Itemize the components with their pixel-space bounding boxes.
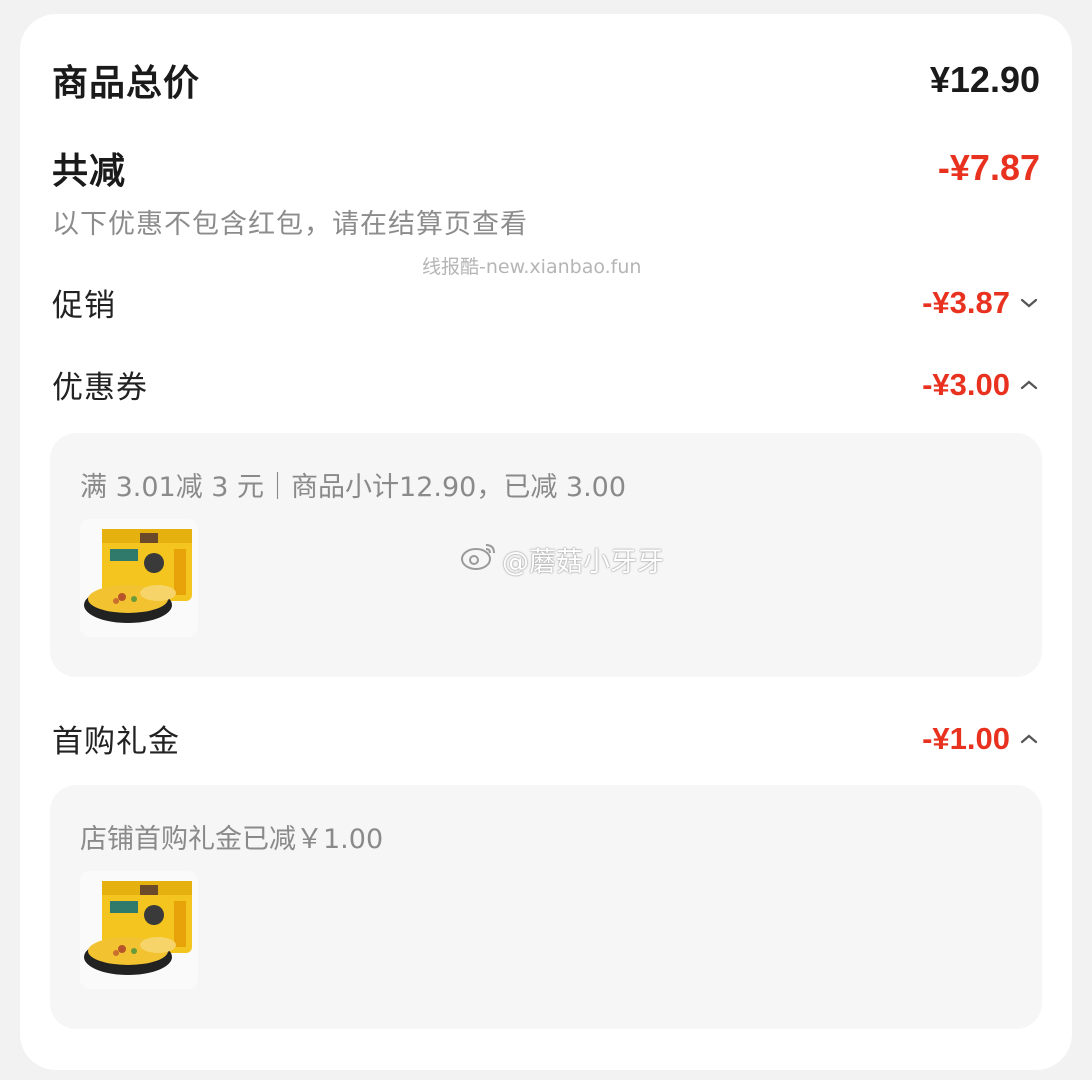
coupon-label: 优惠券 bbox=[52, 370, 148, 406]
weibo-handle: @蘑菇小牙牙 bbox=[502, 547, 664, 578]
chevron-up-icon[interactable] bbox=[1018, 728, 1040, 750]
total-discount-value: -¥7.87 bbox=[937, 147, 1040, 188]
first-purchase-row[interactable]: 首购礼金 -¥1.00 bbox=[52, 716, 1040, 761]
first-purchase-detail-panel: 店铺首购礼金已减￥1.00 bbox=[50, 785, 1042, 1029]
watermark-text: 线报酷-new.xianbao.fun bbox=[422, 256, 642, 278]
promotion-label: 促销 bbox=[52, 288, 116, 324]
total-price-value: ¥12.90 bbox=[929, 59, 1040, 100]
chevron-down-icon[interactable] bbox=[1018, 292, 1040, 314]
price-detail-card: 商品总价 ¥12.90 共减 -¥7.87 以下优惠不包含红包，请在结算页查看 … bbox=[20, 14, 1072, 1070]
chevron-up-icon[interactable] bbox=[1018, 374, 1040, 396]
product-thumbnail[interactable] bbox=[80, 519, 198, 637]
first-purchase-value: -¥1.00 bbox=[922, 720, 1010, 756]
product-thumbnail[interactable] bbox=[80, 871, 198, 989]
weibo-watermark: @蘑菇小牙牙 bbox=[460, 540, 664, 579]
total-discount-row: 共减 -¥7.87 bbox=[52, 142, 1040, 194]
first-purchase-value-group[interactable]: -¥1.00 bbox=[922, 721, 1040, 757]
coupon-row[interactable]: 优惠券 -¥3.00 bbox=[52, 362, 1040, 407]
promotion-row[interactable]: 促销 -¥3.87 bbox=[52, 280, 1040, 325]
promotion-value-group[interactable]: -¥3.87 bbox=[922, 285, 1040, 321]
first-purchase-detail-text: 店铺首购礼金已减￥1.00 bbox=[80, 824, 384, 855]
first-purchase-label: 首购礼金 bbox=[52, 724, 180, 760]
total-price-label: 商品总价 bbox=[52, 63, 201, 104]
coupon-value: -¥3.00 bbox=[922, 366, 1010, 402]
total-price-row: 商品总价 ¥12.90 bbox=[52, 54, 1040, 106]
coupon-value-group[interactable]: -¥3.00 bbox=[922, 367, 1040, 403]
promotion-value: -¥3.87 bbox=[922, 284, 1010, 320]
coupon-detail-text: 满 3.01减 3 元｜商品小计12.90，已减 3.00 bbox=[80, 472, 627, 503]
weibo-icon bbox=[460, 541, 498, 578]
total-discount-label: 共减 bbox=[52, 151, 127, 192]
discount-note: 以下优惠不包含红包，请在结算页查看 bbox=[52, 209, 528, 240]
